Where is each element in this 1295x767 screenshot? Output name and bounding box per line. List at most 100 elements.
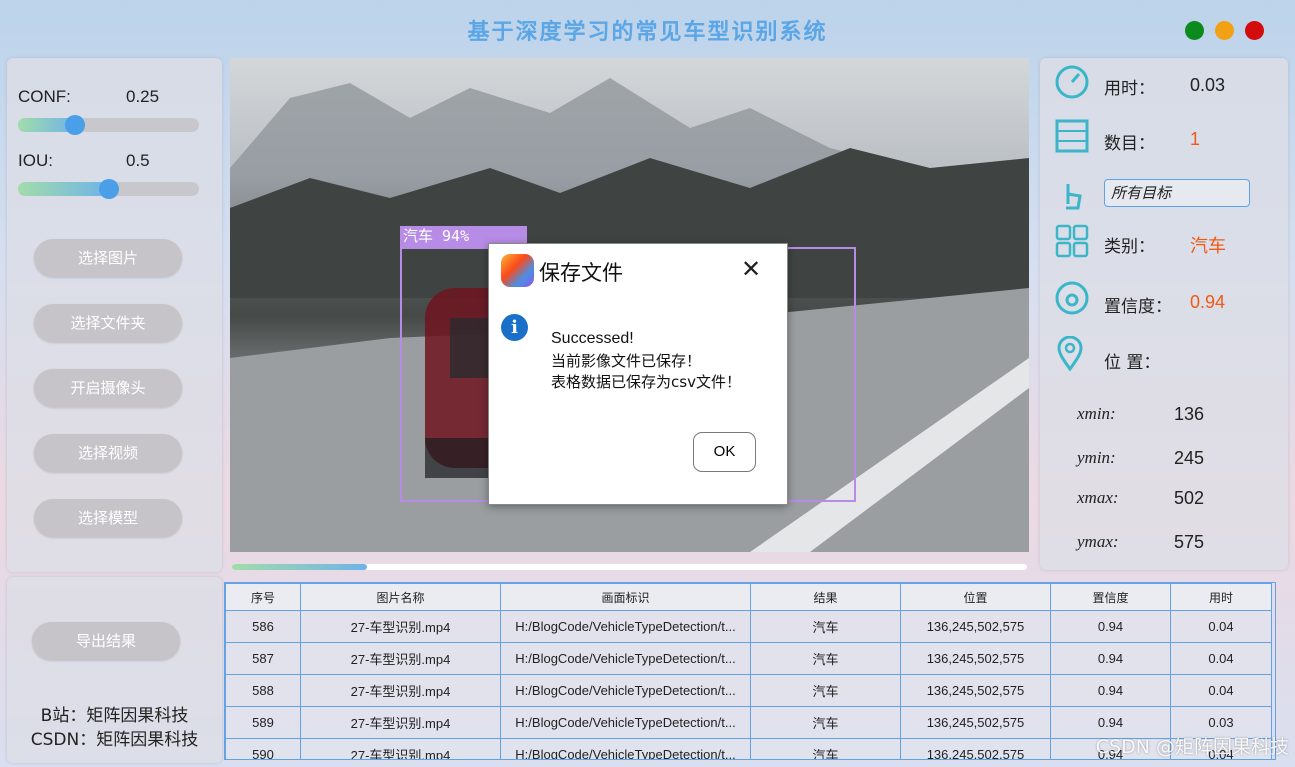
header-file-name[interactable]: 图片名称 [300, 583, 501, 611]
table-row[interactable]: 588 27-车型识别.mp4 H:/BlogCode/VehicleTypeDet… [225, 674, 1272, 707]
ymin-label: ymin: [1077, 448, 1116, 467]
xmin-value: 136 [1174, 404, 1205, 424]
cell-time: 0.04 [1170, 642, 1272, 675]
confidence-label: 置信度： [1104, 297, 1172, 317]
header-index[interactable]: 序号 [225, 583, 301, 611]
conf-value: 0.25 [126, 87, 160, 106]
info-icon: i [501, 314, 528, 341]
dialog-message-line2: 当前影像文件已保存！ [551, 352, 702, 370]
xmin-label: xmin: [1077, 404, 1116, 423]
cell-frame-id: H:/BlogCode/VehicleTypeDetection/t... [500, 610, 751, 643]
export-panel: 导出结果 B站：矩阵因果科技 CSDN：矩阵因果科技 [7, 577, 222, 763]
count-value: 1 [1190, 129, 1201, 149]
credit-csdn: CSDN：矩阵因果科技 [30, 730, 199, 750]
open-camera-button[interactable]: 开启摄像头 [34, 369, 182, 407]
select-model-button[interactable]: 选择模型 [34, 499, 182, 537]
table-header-row: 序号 图片名称 画面标识 结果 位置 置信度 用时 [225, 583, 1272, 611]
ymax-value: 575 [1174, 532, 1205, 552]
cell-result: 汽车 [750, 642, 901, 675]
table-row[interactable]: 587 27-车型识别.mp4 H:/BlogCode/VehicleTypeDet… [225, 642, 1272, 675]
progress-fill [232, 564, 367, 570]
dialog-message-line1: Successed! [551, 330, 634, 347]
ymax-label: ymax: [1077, 532, 1119, 551]
iou-label: IOU: [18, 151, 53, 170]
cell-file-name: 27-车型识别.mp4 [300, 610, 501, 643]
time-label: 用时： [1104, 79, 1155, 99]
conf-label: CONF: [18, 87, 71, 106]
cell-position: 136,245,502,575 [900, 610, 1051, 643]
xmax-value: 502 [1174, 488, 1205, 508]
target-select[interactable]: 所有目标 [1104, 179, 1250, 207]
app-logo-icon [501, 254, 534, 287]
cell-index: 587 [225, 642, 301, 675]
cell-file-name: 27-车型识别.mp4 [300, 674, 501, 707]
maximize-button[interactable] [1215, 21, 1234, 40]
abacus-icon [1055, 119, 1089, 153]
control-panel: CONF: 0.25 IOU: 0.5 选择图片 选择文件夹 开启摄像头 选择视… [7, 58, 222, 572]
cell-frame-id: H:/BlogCode/VehicleTypeDetection/t... [500, 674, 751, 707]
iou-slider-fill [18, 182, 109, 196]
iou-slider[interactable] [18, 179, 199, 199]
cell-position: 136,245,502,575 [900, 706, 1051, 739]
ymin-value: 245 [1174, 448, 1205, 468]
credit-bilibili: B站：矩阵因果科技 [40, 706, 189, 726]
app-title: 基于深度学习的常见车型识别系统 [467, 19, 828, 45]
cell-confidence: 0.94 [1050, 674, 1171, 707]
speedometer-icon [1055, 65, 1089, 99]
touch-icon [1066, 184, 1082, 210]
select-folder-button[interactable]: 选择文件夹 [34, 304, 182, 342]
cell-position: 136,245,502,575 [900, 642, 1051, 675]
cell-position: 136,245,502,575 [900, 738, 1051, 759]
cell-file-name: 27-车型识别.mp4 [300, 706, 501, 739]
location-icon [1057, 336, 1083, 372]
count-label: 数目： [1104, 134, 1155, 154]
cell-frame-id: H:/BlogCode/VehicleTypeDetection/t... [500, 706, 751, 739]
select-image-button[interactable]: 选择图片 [34, 239, 182, 277]
watermark: CSDN @矩阵因果科技 [1095, 736, 1289, 758]
xmax-label: xmax: [1077, 488, 1119, 507]
cell-time: 0.04 [1170, 674, 1272, 707]
cell-frame-id: H:/BlogCode/VehicleTypeDetection/t... [500, 642, 751, 675]
cell-index: 588 [225, 674, 301, 707]
cell-index: 590 [225, 738, 301, 759]
iou-slider-handle[interactable] [99, 179, 119, 199]
header-result[interactable]: 结果 [750, 583, 901, 611]
minimize-button[interactable] [1185, 21, 1204, 40]
close-window-button[interactable] [1245, 21, 1264, 40]
header-confidence[interactable]: 置信度 [1050, 583, 1171, 611]
result-panel: 用时： 0.03 数目： 1 所有目标 类别： 汽车 置信度： 0.94 位 置… [1040, 58, 1288, 570]
cell-time: 0.04 [1170, 610, 1272, 643]
dialog-title: 保存文件 [539, 261, 623, 285]
position-label: 位 置： [1104, 353, 1161, 373]
conf-slider[interactable] [18, 115, 199, 135]
cell-result: 汽车 [750, 738, 901, 759]
class-label: 类别： [1104, 237, 1155, 257]
class-value: 汽车 [1190, 236, 1226, 256]
confidence-value: 0.94 [1190, 292, 1226, 312]
save-file-dialog: 保存文件 ✕ i Successed! 当前影像文件已保存！ 表格数据已保存为c… [488, 243, 788, 505]
cell-file-name: 27-车型识别.mp4 [300, 642, 501, 675]
ok-button[interactable]: OK [693, 432, 756, 472]
header-position[interactable]: 位置 [900, 583, 1051, 611]
cell-frame-id: H:/BlogCode/VehicleTypeDetection/t... [500, 738, 751, 759]
video-progress-track[interactable] [232, 564, 1027, 570]
export-results-button[interactable]: 导出结果 [32, 622, 180, 660]
category-icon [1055, 224, 1089, 258]
cell-result: 汽车 [750, 706, 901, 739]
cell-result: 汽车 [750, 674, 901, 707]
dialog-message-line3: 表格数据已保存为csv文件！ [551, 373, 741, 391]
time-value: 0.03 [1190, 75, 1226, 95]
cell-position: 136,245,502,575 [900, 674, 1051, 707]
cell-result: 汽车 [750, 610, 901, 643]
close-icon[interactable]: ✕ [741, 255, 761, 283]
select-video-button[interactable]: 选择视频 [34, 434, 182, 472]
cell-index: 586 [225, 610, 301, 643]
cell-confidence: 0.94 [1050, 610, 1171, 643]
conf-slider-handle[interactable] [65, 115, 85, 135]
table-row[interactable]: 586 27-车型识别.mp4 H:/BlogCode/VehicleTypeDet… [225, 610, 1272, 643]
cell-index: 589 [225, 706, 301, 739]
header-time[interactable]: 用时 [1170, 583, 1272, 611]
header-frame-id[interactable]: 画面标识 [500, 583, 751, 611]
iou-value: 0.5 [126, 151, 150, 170]
gauge-icon [1055, 281, 1089, 315]
